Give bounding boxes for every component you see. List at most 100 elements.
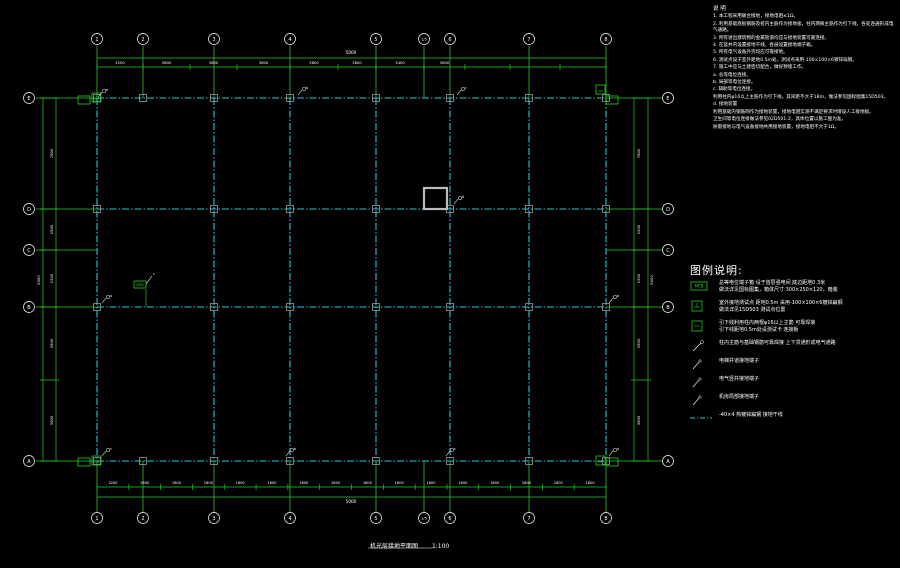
leader-icon xyxy=(690,340,712,352)
marker-letter: b xyxy=(306,86,309,90)
note-line: 防雷接地与电气设备接地共用接地装置，接地电阻不大于1Ω。 xyxy=(713,124,839,130)
axis-bubble-label: A xyxy=(27,459,31,465)
dim-bottom-text: 1800 xyxy=(299,481,309,485)
legend-text-line: 做法详见15D503 测试点位置 xyxy=(719,307,786,313)
marker-letter: b xyxy=(617,294,620,298)
dim-right-text: 1500 xyxy=(636,273,641,283)
dim-left-text: 1500 xyxy=(49,273,54,283)
legend-item: 柱内主筋与基础钢筋可靠焊接 上下贯通形成电气通路 xyxy=(686,340,896,352)
dim-top-text: 3800 xyxy=(352,60,362,65)
dim-bottom-text: 1800 xyxy=(267,481,277,485)
axis-bubble-label: 5 xyxy=(374,516,377,522)
meb-leader xyxy=(145,275,153,285)
axis-bubble-label: 4 xyxy=(288,516,291,522)
marker-leader xyxy=(101,297,107,304)
dim-right-text: 3900 xyxy=(636,338,641,348)
caption-title: 机光层接地平面图 xyxy=(370,543,419,550)
marker-leader xyxy=(297,89,303,96)
marker-letter: c xyxy=(454,447,456,451)
axis-bubble-label: 3 xyxy=(212,516,215,522)
note-line: 2. 利用基础底板钢筋及桩内主筋作为接地极，柱内两根主筋作为引下线，各处连通形成… xyxy=(713,21,894,34)
legend-text-line: 总等电位端子箱 设于首层强电间 底边距地0.3米 xyxy=(719,280,826,286)
legend-text-line: 电气竖井接地端子 xyxy=(719,376,760,382)
highlight-column xyxy=(422,186,449,211)
structural-frame xyxy=(36,46,662,512)
dim-left-text: 7800 xyxy=(49,148,54,158)
axis-bubble-label: 6 xyxy=(448,37,451,43)
note-line: 3. 所有进出建筑物的金属管道均应与接地装置可靠连接。 xyxy=(713,35,830,41)
dim-bottom-text: 1800 xyxy=(554,481,564,485)
dim-right-text: 3900 xyxy=(636,415,641,425)
dim-left-text: 3900 xyxy=(49,415,54,425)
legend-text-line: 柱内主筋与基础钢筋可靠焊接 上下贯通形成电气通路 xyxy=(719,340,836,346)
legend-item: MEB 总等电位端子箱 设于首层强电间 底边距地0.3米 做法详见国标图集，箱体尺寸… xyxy=(686,280,896,294)
axis-bubble-label: 8 xyxy=(604,37,607,43)
dim-top-text: 3800 xyxy=(309,60,319,65)
axis-bubble-label: 2 xyxy=(141,37,144,43)
test-point-icon xyxy=(690,300,712,312)
dim-left-overall-text: 5000 xyxy=(36,275,41,285)
test-point-box xyxy=(77,457,91,467)
note-line: 利用基础内钢筋网作为接地装置，接地电阻实测不满足要求时增设人工接地极。 xyxy=(713,109,874,115)
note-line: 1. 本工程采用联合接地，接地电阻≤1Ω。 xyxy=(713,14,799,20)
dim-bottom-text: 1800 xyxy=(172,481,182,485)
dimension-lines: 5000 3200 3600 3600 3600 3800 3800 3400 3600 5000… xyxy=(36,50,654,504)
elevator-terminal-icon xyxy=(690,358,712,370)
axis-bubble-label: C xyxy=(666,248,670,254)
legend-text-line: 室外接地测试点 距地0.5m 采用-100×100×6镀锌扁钢 xyxy=(719,300,843,306)
grounding-grid xyxy=(96,97,607,462)
dim-bottom-text: 1800 xyxy=(236,481,246,485)
marker-letter: a xyxy=(110,294,112,298)
legend-text-line: -40×4 热镀锌扁钢 接地干线 xyxy=(719,412,783,418)
axis-bubble-label: 6 xyxy=(448,516,451,522)
dim-left-text: 1500 xyxy=(49,224,54,234)
legend-text: 机房局部接地端子 xyxy=(719,394,896,401)
marker-letter: c xyxy=(110,447,112,451)
legend-text: -40×4 热镀锌扁钢 接地干线 xyxy=(719,412,896,419)
dim-bottom-overall-text: 5000 xyxy=(346,499,357,504)
marker-leader xyxy=(456,89,462,96)
dim-top-text: 3600 xyxy=(209,60,219,65)
shaft-terminal-icon xyxy=(690,376,712,388)
axis-bubble-label: 4 xyxy=(288,37,291,43)
axis-bubble-label: D xyxy=(27,207,31,213)
dim-right-text: 7800 xyxy=(636,148,641,158)
legend-text: 电气竖井接地端子 xyxy=(719,376,896,383)
room-terminal-icon xyxy=(690,394,712,406)
dim-bottom-text: 1800 xyxy=(331,481,341,485)
dim-bottom-text: 1800 xyxy=(204,481,214,485)
marker-letter: d xyxy=(617,447,619,451)
test-point-box xyxy=(605,95,619,105)
note-line: c. 辅助等电位连接。 xyxy=(713,87,756,93)
test-point-box xyxy=(77,95,91,105)
legend-text: 引下线利用柱内两根φ16以上主筋 可靠焊接 引下线距地0.5m处设测试卡 连接板 xyxy=(719,320,896,334)
dim-top-text: 3600 xyxy=(440,60,450,65)
marker-leader xyxy=(453,198,459,205)
down-conductor-icon xyxy=(690,320,712,332)
marker-leader xyxy=(608,450,614,457)
axis-bubble-label: 7 xyxy=(527,516,530,522)
axis-bubble-label: 2 xyxy=(141,516,144,522)
annotations: MEB a b c d a b c d b c c xyxy=(77,84,620,549)
legend-item: 电气竖井接地端子 xyxy=(686,376,896,388)
dim-top-text: 3200 xyxy=(115,60,125,65)
marker-letter: a xyxy=(106,88,108,92)
marker-leader xyxy=(285,450,291,457)
axis-bubble-label: 8 xyxy=(604,516,607,522)
note-line: 4. 在竖井内设置接地干线，各层设置接地端子箱。 xyxy=(713,43,816,49)
legend-item: -40×4 热镀锌扁钢 接地干线 xyxy=(686,412,896,424)
note-line: b. 局部等电位连接。 xyxy=(713,80,756,86)
dim-top-overall-text: 5000 xyxy=(346,50,357,55)
dim-right-text: 1500 xyxy=(636,224,641,234)
dim-bottom-text: 1800 xyxy=(522,481,532,485)
design-notes: 说 明 1. 本工程采用联合接地，接地电阻≤1Ω。 2. 利用基础底板钢筋及桩内主… xyxy=(713,6,895,132)
axis-bubble-label: B xyxy=(666,305,670,311)
legend-title: 图例说明: xyxy=(690,264,743,277)
legend-item: 电梯井道接地端子 xyxy=(686,358,896,370)
note-line: 卫生间等电位连接做法参见02D501-2，具体位置以施工图为准。 xyxy=(713,117,846,123)
legend-text-line: 机房局部接地端子 xyxy=(719,394,760,400)
legend-text: 总等电位端子箱 设于首层强电间 底边距地0.3米 做法详见国标图集，箱体尺寸 30… xyxy=(719,280,896,294)
axis-bubble-label: 5 xyxy=(374,37,377,43)
dim-right-overall-text: 5000 xyxy=(649,275,654,285)
ground-conductor-icon xyxy=(690,412,712,424)
